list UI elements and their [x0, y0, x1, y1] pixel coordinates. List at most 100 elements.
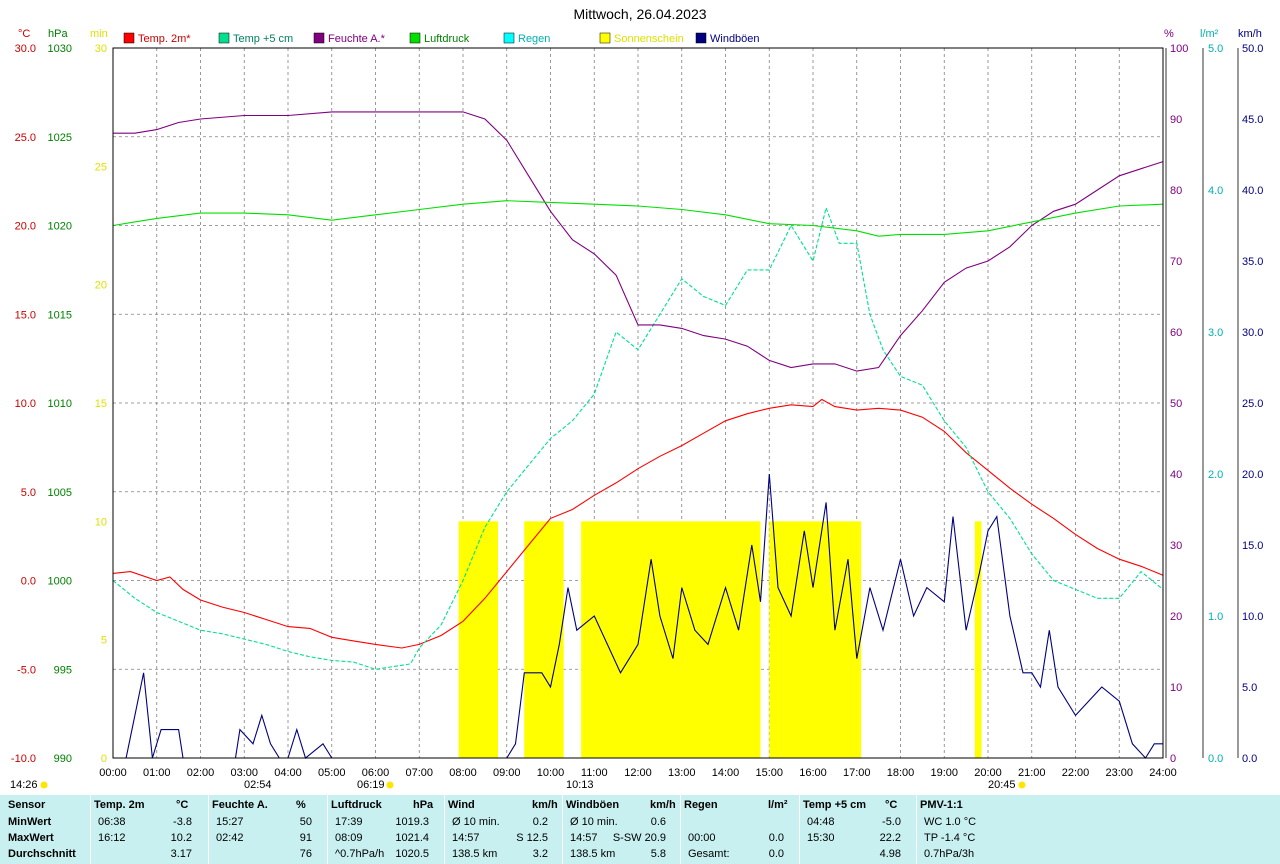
- stat-cell: 15:30: [807, 832, 835, 844]
- stat-unit: %: [296, 799, 306, 811]
- legend-label: Feuchte A.*: [328, 33, 386, 45]
- stat-value: S-SW 20.9: [612, 832, 666, 844]
- tick-label: 30.0: [1242, 327, 1263, 339]
- bottom-right-time: 20:45: [988, 779, 1016, 791]
- rain-unit: l/m²: [1200, 28, 1219, 40]
- x-tick-label: 00:00: [99, 767, 127, 779]
- stat-cell: 16:12: [98, 832, 126, 844]
- stat-unit: °C: [176, 799, 189, 811]
- legend-swatch: [409, 32, 421, 44]
- stat-value: -3.8: [173, 816, 192, 828]
- stat-cell: 02:42: [216, 832, 244, 844]
- stat-value: 10.2: [170, 832, 192, 844]
- legend-label: Temp. 2m*: [138, 33, 191, 45]
- tick-label: 5.0: [21, 487, 36, 499]
- x-tick-label: 07:00: [405, 767, 433, 779]
- stat-cell: MaxWert: [8, 832, 54, 844]
- stat-value: 1020.5: [395, 848, 429, 860]
- tick-label: 60: [1170, 327, 1182, 339]
- stat-cell: Durchschnitt: [8, 848, 76, 860]
- x-tick-label: 01:00: [143, 767, 171, 779]
- tick-label: 20: [1170, 611, 1182, 623]
- legend-label: Sonnenschein: [614, 33, 684, 45]
- legend-swatch: [218, 32, 230, 44]
- tick-label: 5.0: [1242, 682, 1257, 694]
- stat-cell: Temp +5 cm: [803, 799, 867, 811]
- tick-label: 0.0: [21, 576, 36, 588]
- x-axis: 00:00 01:00 02:00 03:00 04:00 05:00 06:00 07:00…: [99, 767, 1177, 779]
- stat-divider: [208, 795, 209, 864]
- x-tick-label: 19:00: [930, 767, 958, 779]
- stat-divider: [680, 795, 681, 864]
- x-tick-label: 22:00: [1062, 767, 1090, 779]
- x-tick-label: 15:00: [755, 767, 783, 779]
- legend-label: Regen: [518, 33, 550, 45]
- legend-swatch: [503, 32, 515, 44]
- stat-value: 1021.4: [395, 832, 429, 844]
- statistics-table: Sensor Temp. 2m °C Feuchte A.% Luftdruck hPa W…: [0, 795, 1280, 864]
- sun-event-3: 10:13: [566, 779, 594, 791]
- x-tick-label: 16:00: [799, 767, 827, 779]
- tick-label: 0.0: [1242, 753, 1257, 765]
- stat-value: 5.8: [650, 848, 666, 860]
- tick-label: 3.0: [1208, 327, 1223, 339]
- x-tick-label: 10:00: [537, 767, 565, 779]
- stat-unit: l/m²: [768, 799, 788, 811]
- stat-cell: Feuchte A.: [212, 799, 268, 811]
- legend-swatch: [313, 32, 325, 44]
- legend-swatch: [123, 32, 135, 44]
- tick-label: 90: [1170, 114, 1182, 126]
- stat-value: 0.2: [532, 816, 548, 828]
- tick-label: 1010: [48, 398, 72, 410]
- stat-value: 4.98: [879, 848, 901, 860]
- tick-label: 10.0: [1242, 611, 1263, 623]
- tick-label: 1015: [48, 309, 72, 321]
- sun-event-1: 02:54: [244, 779, 272, 791]
- tick-label: 10: [1170, 682, 1182, 694]
- pressure-unit: hPa: [48, 28, 68, 40]
- stat-value: 0.0: [768, 832, 784, 844]
- stat-cell: Windböen: [566, 799, 620, 811]
- stat-value: 3.2: [532, 848, 548, 860]
- tick-label: 50.0: [1242, 43, 1263, 55]
- tick-label: 5.0: [1208, 43, 1223, 55]
- stat-value: 76: [299, 848, 312, 860]
- legend-label: Temp +5 cm: [233, 33, 293, 45]
- stat-unit: hPa: [413, 799, 434, 811]
- tick-label: 0: [101, 753, 107, 765]
- stat-cell: Sensor: [8, 799, 46, 811]
- wind-unit: km/h: [1238, 28, 1262, 40]
- x-tick-label: 12:00: [624, 767, 652, 779]
- tick-label: -5.0: [17, 664, 36, 676]
- stat-unit: °C: [885, 799, 898, 811]
- sunshine-bars: [458, 521, 982, 758]
- x-tick-label: 06:00: [362, 767, 390, 779]
- stat-value: -5.0: [882, 816, 901, 828]
- x-tick-label: 21:00: [1018, 767, 1046, 779]
- stat-divider: [916, 795, 917, 864]
- tick-label: 10.0: [15, 398, 36, 410]
- stat-value: 0.6: [650, 816, 666, 828]
- stat-divider: [327, 795, 328, 864]
- stat-cell: Luftdruck: [331, 799, 382, 811]
- sunshine-unit: min: [90, 28, 108, 40]
- bottom-left-time: 14:26: [10, 779, 38, 791]
- sun-event-2: 06:19: [357, 779, 385, 791]
- stat-value: 91: [299, 832, 312, 844]
- x-tick-label: 17:00: [843, 767, 871, 779]
- stat-value: 3.17: [170, 848, 192, 860]
- tick-label: 1.0: [1208, 611, 1223, 623]
- stat-value: 0.0: [768, 848, 784, 860]
- sunshine-bar: [524, 521, 564, 758]
- stat-cell: Temp. 2m: [94, 799, 145, 811]
- humidity-unit: %: [1164, 28, 1174, 40]
- legend-label: Windböen: [710, 33, 760, 45]
- stat-divider: [799, 795, 800, 864]
- tick-label: 1020: [48, 221, 72, 233]
- x-tick-label: 08:00: [449, 767, 477, 779]
- x-tick-label: 05:00: [318, 767, 346, 779]
- x-tick-label: 02:00: [187, 767, 215, 779]
- stat-cell: 138.5 km: [570, 848, 616, 860]
- tick-label: 15: [95, 398, 107, 410]
- stat-cell: 15:27: [216, 816, 244, 828]
